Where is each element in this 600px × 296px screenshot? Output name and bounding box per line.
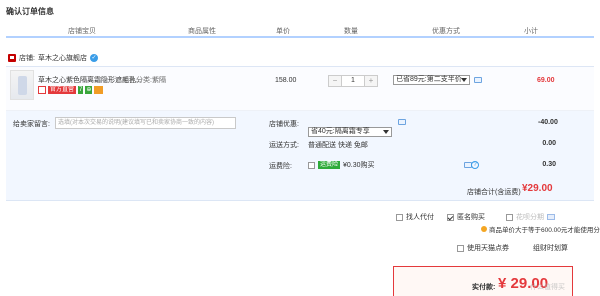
shipping-amount: 0.00: [542, 140, 556, 147]
help-icon[interactable]: ?: [471, 161, 479, 169]
promo-select-value: 已省89元:第二支半价: [396, 76, 462, 83]
qty-decrease-button[interactable]: −: [329, 76, 341, 86]
col-header-price: 单价: [276, 28, 290, 35]
shop-total-amount: ¥29.00: [522, 183, 553, 194]
info-dot-icon: [481, 226, 487, 232]
table-header: 店铺宝贝 商品属性 单价 数量 优惠方式 小计: [6, 24, 594, 38]
anonymous-label: 匿名购买: [457, 214, 485, 221]
col-header-quantity: 数量: [344, 28, 358, 35]
huabei-option[interactable]: 花呗分期: [506, 212, 555, 222]
chat-bubble-icon[interactable]: ✓: [89, 54, 98, 62]
col-header-attributes: 商品属性: [188, 28, 216, 35]
card-icon: [94, 86, 104, 94]
promo-select[interactable]: 已省89元:第二支半价: [393, 75, 470, 85]
shop-discount-label: 店铺优惠:: [269, 121, 299, 128]
insurance-label: 运费险:: [269, 163, 292, 170]
shop-name-link[interactable]: 草木之心旗舰店: [38, 53, 87, 63]
huabei-label: 花呗分期: [516, 214, 544, 221]
insurance-amount: 0.30: [542, 161, 556, 168]
page-title: 确认订单信息: [6, 7, 54, 16]
product-thumbnail[interactable]: [10, 70, 34, 100]
col-header-shop-item: 店铺宝贝: [68, 28, 96, 35]
official-badge: 官方直营: [48, 86, 77, 94]
huabei-note-text: 商品单价大于等于600.00元才能使用分期: [489, 227, 600, 234]
quantity-stepper: − 1 +: [328, 75, 378, 87]
note-label: 给卖家留言:: [13, 121, 50, 128]
shop-total-label: 店铺合计(含运费): [467, 189, 521, 196]
tmall-coupon-label: 使用天猫点券: [467, 245, 509, 252]
guarantee-badge: [38, 86, 46, 94]
anonymous-checkbox[interactable]: [447, 213, 454, 221]
shop-discount-select[interactable]: 省40元:隔离霜专享: [308, 127, 392, 137]
item-badges: 官方直营 7 ⊕: [38, 86, 104, 94]
chevron-down-icon: [460, 77, 468, 83]
coupon-link[interactable]: 组财时划算: [533, 243, 568, 253]
huabei-info-icon[interactable]: [547, 214, 555, 220]
proxy-pay-label: 找人代付: [406, 214, 434, 221]
guarantee-icon: ⊕: [85, 86, 93, 94]
shipping-label: 运送方式:: [269, 142, 299, 149]
watermark: 什么值得买: [530, 284, 565, 291]
shop-icon: [8, 54, 16, 62]
shop-discount-amount: -40.00: [538, 119, 558, 126]
item-subtotal: 69.00: [537, 77, 555, 84]
insurance-option: 运费险 ¥0.30购买: [308, 160, 375, 170]
promo-info-icon[interactable]: [474, 77, 482, 83]
qty-input[interactable]: 1: [341, 76, 365, 86]
proxy-pay-checkbox[interactable]: [396, 213, 403, 221]
col-header-discount: 优惠方式: [432, 28, 460, 35]
shop-bar: 店铺: 草木之心旗舰店 ✓: [8, 53, 98, 63]
huabei-note: 商品单价大于等于600.00元才能使用分期: [481, 224, 600, 234]
tmall-coupon-checkbox[interactable]: [457, 244, 464, 252]
unit-price: 158.00: [275, 77, 297, 84]
shop-discount-value: 省40元:隔离霜专享: [311, 128, 370, 135]
qty-increase-button[interactable]: +: [365, 76, 377, 86]
shop-label: 店铺:: [19, 55, 35, 62]
insurance-tag: 运费险: [318, 161, 341, 169]
payment-label: 实付款:: [472, 284, 496, 291]
col-header-subtotal: 小计: [524, 28, 538, 35]
insurance-checkbox[interactable]: [308, 161, 315, 169]
anonymous-option[interactable]: 匿名购买: [447, 212, 485, 222]
discount-info-icon[interactable]: [398, 119, 406, 125]
huabei-checkbox[interactable]: [506, 213, 513, 221]
chevron-down-icon: [382, 129, 390, 135]
seven-day-return-badge: 7: [78, 86, 84, 94]
insurance-text: ¥0.30购买: [343, 162, 375, 169]
note-input[interactable]: 选填(对本次交易的说明(建议填写已和卖家协商一致的内容): [55, 117, 236, 129]
item-spec: 颜色分类:紫隔: [122, 77, 166, 84]
shipping-method: 普通配送 快递 免邮: [308, 142, 368, 149]
tmall-coupon-option[interactable]: 使用天猫点券: [457, 243, 509, 253]
proxy-pay-option[interactable]: 找人代付: [396, 212, 434, 222]
